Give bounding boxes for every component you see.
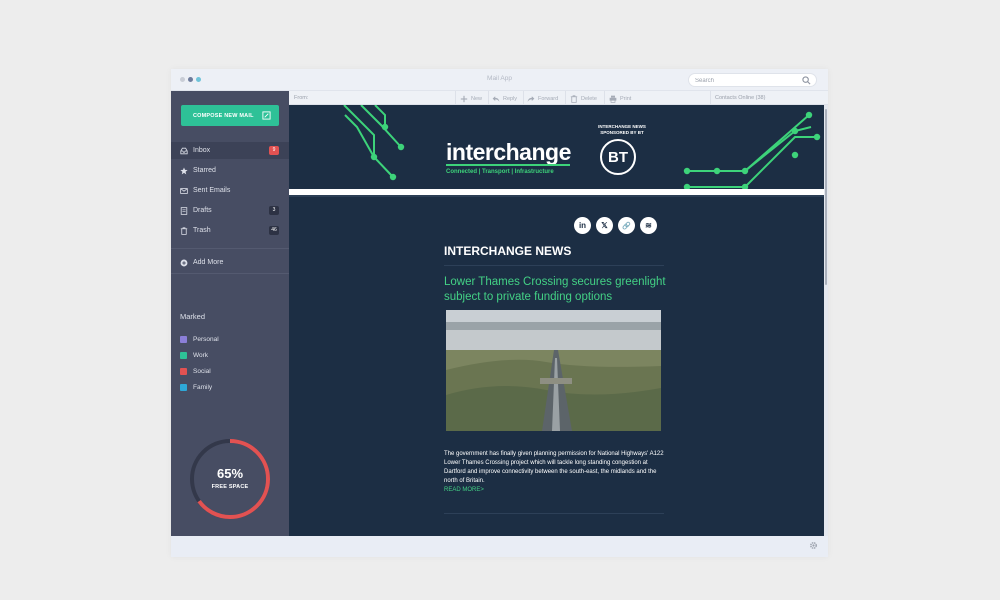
sidebar-divider — [171, 248, 289, 249]
sidebar: COMPOSE NEW MAIL Inbox 9 Starred Sent Em… — [171, 91, 289, 536]
delete-button[interactable]: Delete — [570, 94, 597, 103]
mail-app-window: Mail App COMPOSE NEW MAIL Inbox 9 — [171, 69, 828, 557]
edit-icon — [262, 111, 271, 120]
draft-icon — [180, 206, 188, 215]
mail-toolbar: From: New Reply Forward Delete Print Con… — [289, 91, 828, 105]
unread-badge: 9 — [269, 146, 279, 155]
sponsor-text: INTERCHANGE NEWS SPONSORED BY BT — [589, 124, 655, 136]
tag-label: Work — [193, 352, 209, 359]
trash-icon — [570, 94, 578, 103]
tag-label: Social — [193, 368, 211, 375]
sidebar-item-label: Inbox — [193, 147, 211, 154]
gear-icon[interactable] — [809, 541, 818, 550]
sidebar-item-trash[interactable]: Trash 46 — [171, 222, 289, 239]
star-icon — [180, 166, 188, 174]
plus-icon — [460, 95, 468, 102]
linkedin-icon[interactable]: in — [574, 217, 591, 234]
scroll-thumb[interactable] — [825, 109, 827, 285]
reply-label: Reply — [503, 95, 518, 102]
toolbar-separator — [604, 91, 605, 105]
bt-logo: BT — [600, 139, 636, 175]
reply-icon — [492, 95, 500, 102]
article-rule — [444, 513, 664, 514]
toolbar-separator — [523, 91, 524, 105]
add-more-label: Add More — [193, 259, 224, 266]
x-icon[interactable]: 𝕏 — [596, 217, 613, 234]
search-icon[interactable] — [802, 76, 811, 85]
banner-stripe-shadow — [289, 195, 824, 197]
sidebar-divider — [171, 273, 289, 274]
search-box[interactable] — [688, 73, 817, 87]
sidebar-item-inbox[interactable]: Inbox 9 — [171, 142, 289, 159]
status-bar — [171, 536, 828, 557]
tag-swatch — [180, 368, 187, 375]
print-button[interactable]: Print — [609, 94, 631, 103]
add-more-button[interactable]: Add More — [171, 254, 289, 271]
sidebar-item-sent[interactable]: Sent Emails — [171, 182, 289, 199]
search-input[interactable] — [695, 75, 795, 86]
drafts-badge: 3 — [269, 206, 279, 215]
sponsor-line-2: SPONSORED BY BT — [600, 130, 644, 135]
email-preview: interchange Connected | Transport | Infr… — [289, 105, 824, 536]
tag-personal[interactable]: Personal — [180, 336, 219, 343]
trash-badge: 46 — [269, 226, 279, 235]
tag-work[interactable]: Work — [180, 352, 208, 359]
plus-circle-icon — [180, 259, 188, 266]
forward-icon — [527, 95, 535, 102]
toolbar-separator — [710, 91, 711, 105]
inbox-icon — [180, 147, 188, 154]
tag-label: Family — [193, 384, 213, 391]
logo-underline — [446, 164, 570, 166]
tag-family[interactable]: Family — [180, 384, 212, 391]
compose-label: COMPOSE NEW MAIL — [193, 112, 254, 119]
sidebar-item-starred[interactable]: Starred — [171, 162, 289, 179]
trash-icon — [180, 226, 188, 235]
envelope-icon — [180, 187, 188, 194]
read-more-link[interactable]: READ MORE> — [444, 487, 484, 493]
tag-swatch — [180, 336, 187, 343]
new-button[interactable]: New — [460, 94, 482, 103]
article-title-link[interactable]: Lower Thames Crossing secures greenlight… — [444, 275, 674, 304]
tag-swatch — [180, 384, 187, 391]
forward-button[interactable]: Forward — [527, 94, 558, 103]
tag-label: Personal — [193, 336, 219, 343]
sidebar-item-label: Sent Emails — [193, 187, 231, 194]
article-body: The government has finally given plannin… — [444, 451, 664, 484]
toolbar-separator — [488, 91, 489, 105]
from-label: From: — [294, 95, 309, 101]
heading-rule — [444, 265, 664, 266]
toolbar-separator — [455, 91, 456, 105]
forward-label: Forward — [538, 95, 559, 102]
storage-caption: FREE SPACE — [211, 484, 249, 490]
delete-label: Delete — [581, 95, 597, 102]
tag-swatch — [180, 352, 187, 359]
print-label: Print — [620, 95, 632, 102]
sidebar-item-label: Starred — [193, 167, 216, 174]
section-heading: INTERCHANGE NEWS — [444, 244, 572, 258]
scrollbar[interactable] — [824, 105, 828, 536]
marked-section-title: Marked — [180, 312, 206, 321]
sidebar-item-label: Trash — [193, 227, 211, 234]
logo-tagline: Connected | Transport | Infrastructure — [446, 169, 554, 175]
title-bar: Mail App — [171, 69, 828, 91]
tag-social[interactable]: Social — [180, 368, 211, 375]
link-icon[interactable]: 🔗 — [618, 217, 635, 234]
spotify-icon[interactable]: ≋ — [640, 217, 657, 234]
reply-button[interactable]: Reply — [492, 94, 517, 103]
interchange-logo: interchange — [446, 139, 571, 165]
toolbar-separator — [565, 91, 566, 105]
sidebar-item-label: Drafts — [193, 207, 212, 214]
print-icon — [609, 95, 617, 103]
sidebar-item-drafts[interactable]: Drafts 3 — [171, 202, 289, 219]
contacts-online[interactable]: Contacts Online (38) — [715, 95, 765, 101]
article-photo — [446, 310, 661, 431]
compose-button[interactable]: COMPOSE NEW MAIL — [181, 105, 279, 126]
new-label: New — [471, 95, 483, 102]
storage-percent: 65% — [216, 466, 244, 481]
